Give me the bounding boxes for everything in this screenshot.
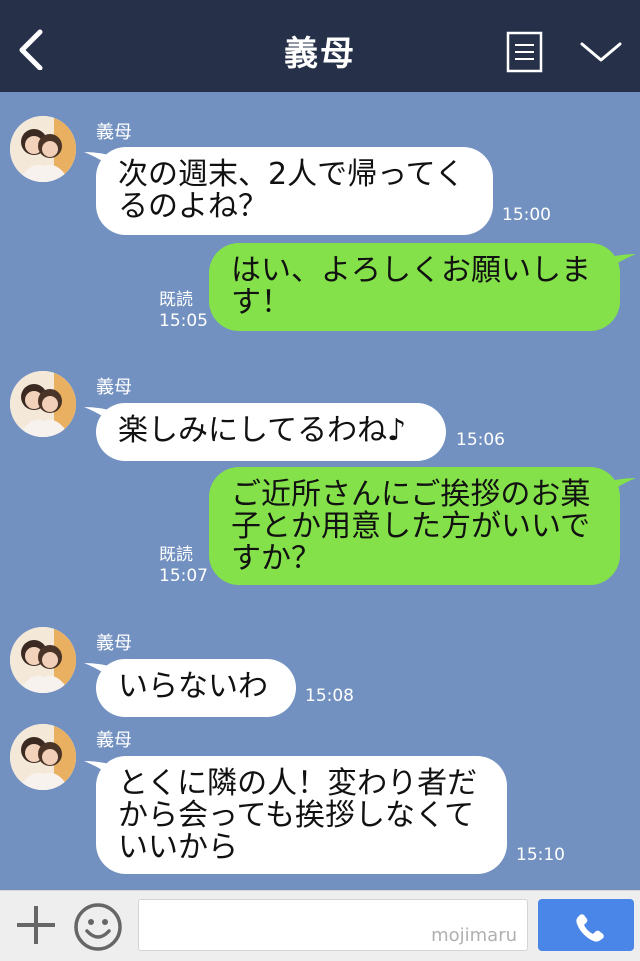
sender-name: 義母 — [96, 730, 132, 751]
call-button[interactable] — [538, 899, 634, 951]
memo-icon — [506, 31, 543, 73]
phone-icon — [576, 914, 604, 942]
message-bubble[interactable]: 次の週末、2人で帰ってく るのよね？ — [96, 147, 493, 235]
add-button[interactable] — [14, 903, 58, 947]
message-time: 15:06 — [456, 430, 505, 450]
avatar[interactable] — [10, 371, 76, 437]
read-label: 既読 — [159, 290, 193, 310]
emoji-button[interactable] — [72, 901, 124, 953]
message-bubble[interactable]: はい、よろしくお願いしま す！ — [209, 243, 620, 331]
chevron-down-icon — [580, 42, 622, 62]
message-time: 15:07 — [159, 566, 208, 586]
watermark-text: mojimaru — [431, 925, 517, 946]
input-bar: mojimaru — [0, 890, 640, 961]
read-status: 既読 15:05 — [159, 290, 208, 332]
sender-name: 義母 — [96, 377, 132, 398]
chat-area[interactable]: 義母 次の週末、2人で帰ってく るのよね？ 15:00 既読 15:05 はい、… — [0, 92, 640, 890]
avatar[interactable] — [10, 627, 76, 693]
message-bubble[interactable]: 楽しみにしてるわね♪ — [96, 403, 446, 461]
read-label: 既読 — [159, 545, 193, 565]
avatar[interactable] — [10, 116, 76, 182]
message-bubble[interactable]: いらないわ — [96, 659, 296, 717]
sender-name: 義母 — [96, 122, 132, 143]
message-bubble[interactable]: とくに隣の人！変わり者だ から会っても挨拶しなくて いいから — [96, 756, 507, 874]
message-time: 15:05 — [159, 311, 208, 331]
memo-button[interactable] — [505, 30, 545, 74]
message-time: 15:08 — [305, 686, 354, 706]
read-status: 既読 15:07 — [159, 545, 208, 587]
plus-icon — [17, 906, 55, 944]
message-time: 15:10 — [516, 845, 565, 865]
sender-name: 義母 — [96, 633, 132, 654]
menu-toggle-button[interactable] — [578, 34, 624, 70]
message-time: 15:00 — [502, 205, 551, 225]
message-bubble[interactable]: ご近所さんにご挨拶のお菓 子とか用意した方がいいで すか？ — [209, 467, 620, 585]
smiley-icon — [74, 903, 122, 951]
message-input[interactable]: mojimaru — [138, 899, 528, 951]
chat-header: 義母 — [0, 0, 640, 92]
avatar[interactable] — [10, 724, 76, 790]
